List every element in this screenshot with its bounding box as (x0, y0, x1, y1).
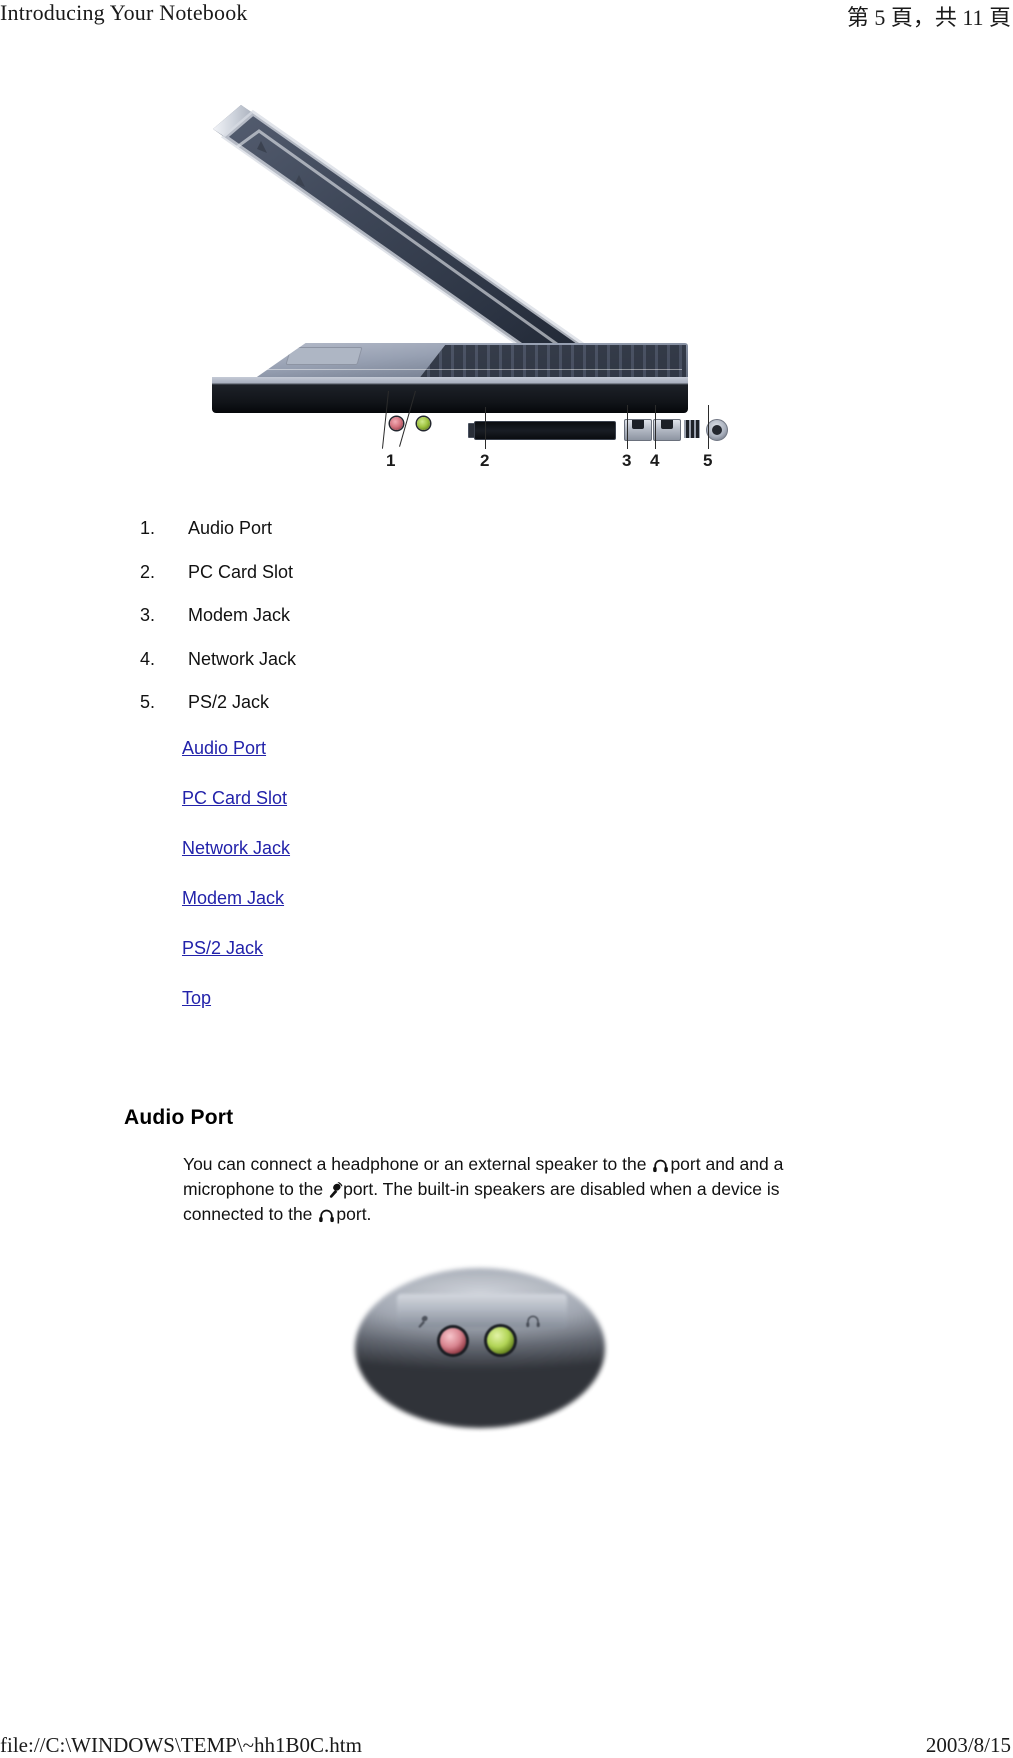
footer-file-path: file://C:\WINDOWS\TEMP\~hh1B0C.htm (0, 1733, 362, 1757)
headphone-icon (525, 1314, 541, 1328)
callout-leader-3 (627, 405, 629, 449)
laptop-illustration: 1 2 3 4 5 (205, 95, 728, 505)
page-footer: file://C:\WINDOWS\TEMP\~hh1B0C.htm 2003/… (0, 1724, 1013, 1757)
list-item-index: 1. (140, 518, 156, 538)
link-top[interactable]: Top (182, 988, 211, 1009)
microphone-jack-port (390, 417, 403, 430)
network-jack-port (653, 419, 681, 441)
closeup-headphone-jack (487, 1327, 514, 1354)
list-item: 5. PS/2 Jack (140, 692, 780, 736)
palmrest-edge-line (248, 369, 682, 370)
port-link-list: Audio Port PC Card Slot Network Jack Mod… (182, 738, 682, 1038)
closeup-photo-background (355, 1268, 605, 1428)
list-item-label: Audio Port (188, 518, 273, 538)
body-text-segment-1: You can connect a headphone or an extern… (183, 1154, 647, 1174)
left-side-panel (212, 377, 728, 441)
link-audio-port[interactable]: Audio Port (182, 738, 266, 759)
link-row: Modem Jack (182, 888, 682, 938)
page-header: Introducing Your Notebook 第 5 頁，共 11 頁 (0, 0, 1013, 34)
callout-number-2: 2 (480, 451, 490, 470)
list-item-label: Modem Jack (188, 605, 291, 625)
touchpad (285, 347, 363, 365)
list-item: 1. Audio Port (140, 518, 780, 562)
list-item-label: PS/2 Jack (188, 692, 270, 712)
link-pc-card-slot[interactable]: PC Card Slot (182, 788, 287, 809)
list-item: 3. Modem Jack (140, 605, 780, 649)
body-text-segment-4: port. (336, 1204, 372, 1224)
headphone-icon (318, 1205, 335, 1223)
list-item: 2. PC Card Slot (140, 562, 780, 606)
callout-leader-2 (485, 407, 487, 449)
closeup-microphone-jack (440, 1328, 466, 1354)
header-pagination: 第 5 頁，共 11 頁 (846, 5, 1011, 30)
link-row: Network Jack (182, 838, 682, 888)
callout-number-4: 4 (650, 451, 660, 470)
header-document-title: Introducing Your Notebook (0, 0, 248, 25)
callout-number-1: 1 (386, 451, 396, 470)
notebook-side-view-figure: 1 2 3 4 5 (205, 95, 728, 505)
list-item-index: 4. (140, 648, 156, 669)
list-item: 4. Network Jack (140, 649, 780, 693)
vent-grille (684, 420, 700, 438)
link-row: PC Card Slot (182, 788, 682, 838)
link-network-jack[interactable]: Network Jack (182, 838, 290, 859)
list-item-index: 3. (140, 605, 156, 625)
microphone-icon (417, 1314, 430, 1328)
list-item-index: 2. (140, 561, 156, 582)
headphone-icon (652, 1155, 669, 1173)
section-body-audio-port: You can connect a headphone or an extern… (183, 1152, 793, 1227)
link-ps2-jack[interactable]: PS/2 Jack (182, 938, 263, 959)
callout-leader-5 (708, 405, 710, 449)
keyboard (417, 345, 686, 381)
list-item-index: 5. (140, 692, 156, 712)
footer-print-date: 2003/8/15 (925, 1733, 1011, 1757)
audio-port-closeup-figure (355, 1268, 605, 1428)
section-heading-audio-port: Audio Port (124, 1106, 234, 1129)
port-numbered-list: 1. Audio Port 2. PC Card Slot 3. Modem J… (140, 518, 780, 736)
link-row: PS/2 Jack (182, 938, 682, 988)
list-item-label: PC Card Slot (188, 561, 294, 582)
link-row: Audio Port (182, 738, 682, 788)
link-row: Top (182, 988, 682, 1038)
callout-leader-4 (655, 405, 657, 449)
headphone-jack-port (417, 417, 430, 430)
microphone-icon (328, 1180, 343, 1198)
callout-number-3: 3 (622, 451, 632, 470)
list-item-label: Network Jack (188, 648, 297, 669)
laptop-base (210, 343, 728, 441)
callout-number-5: 5 (703, 451, 713, 470)
link-modem-jack[interactable]: Modem Jack (182, 888, 284, 909)
pc-card-slot-port (474, 421, 616, 440)
